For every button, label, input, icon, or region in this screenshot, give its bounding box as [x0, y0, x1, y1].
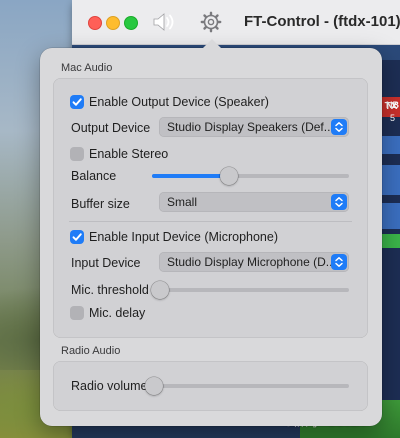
close-window-button[interactable] — [88, 16, 102, 30]
popover-arrow — [202, 39, 222, 49]
checkmark-icon — [72, 233, 82, 241]
enable-output-checkbox[interactable] — [70, 95, 84, 109]
balance-slider-fill — [152, 174, 230, 178]
radio-volume-label: Radio volume — [71, 379, 148, 393]
enable-input-label[interactable]: Enable Input Device (Microphone) — [89, 230, 278, 244]
mic-threshold-slider-track[interactable] — [152, 288, 349, 292]
balance-label: Balance — [71, 169, 117, 183]
radio-audio-group: Radio volume — [53, 361, 368, 411]
mac-audio-header: Mac Audio — [61, 62, 113, 74]
buffer-size-value: Small — [167, 195, 198, 209]
zoom-window-button[interactable] — [124, 16, 138, 30]
checkmark-icon — [72, 98, 82, 106]
buffer-size-label: Buffer size — [71, 197, 130, 211]
window-title: FT-Control - (ftdx-101) — [244, 13, 400, 30]
title-bar: FT-Control - (ftdx-101) — [72, 0, 400, 45]
gear-icon[interactable] — [200, 11, 222, 33]
enable-output-label[interactable]: Enable Output Device (Speaker) — [89, 95, 269, 109]
balance-slider-knob[interactable] — [220, 167, 238, 185]
mac-audio-group: Enable Output Device (Speaker) Output De… — [53, 78, 368, 338]
radio-volume-slider-track[interactable] — [146, 384, 349, 388]
enable-stereo-label[interactable]: Enable Stereo — [89, 147, 168, 161]
mic-threshold-label: Mic. threshold — [71, 283, 149, 297]
mic-delay-checkbox[interactable] — [70, 306, 84, 320]
section-divider — [69, 221, 352, 222]
chevron-updown-icon — [331, 194, 347, 210]
nb-value: 5 — [390, 113, 396, 123]
enable-stereo-checkbox[interactable] — [70, 147, 84, 161]
mic-threshold-slider-knob[interactable] — [151, 281, 169, 299]
input-device-value: Studio Display Microphone (D... — [167, 255, 331, 269]
input-device-label: Input Device — [71, 256, 141, 270]
input-device-popup[interactable]: Studio Display Microphone (D... — [159, 252, 349, 272]
speaker-icon[interactable] — [152, 11, 176, 33]
audio-settings-popover: Mac Audio Enable Output Device (Speaker)… — [40, 39, 382, 426]
chevron-updown-icon — [331, 119, 347, 135]
side-block — [380, 136, 400, 154]
output-device-popup[interactable]: Studio Display Speakers (Def... — [159, 117, 349, 137]
minimize-window-button[interactable] — [106, 16, 120, 30]
buffer-size-popup[interactable]: Small — [159, 192, 349, 212]
output-device-value: Studio Display Speakers (Def... — [167, 120, 331, 134]
radio-volume-slider-knob[interactable] — [145, 377, 163, 395]
chevron-updown-icon — [331, 254, 347, 270]
side-block — [380, 165, 400, 195]
radio-audio-header: Radio Audio — [61, 345, 121, 357]
side-block — [380, 203, 400, 229]
mic-delay-label[interactable]: Mic. delay — [89, 306, 145, 320]
output-device-label: Output Device — [71, 121, 151, 135]
nb-label: NB — [386, 100, 399, 110]
enable-input-checkbox[interactable] — [70, 230, 84, 244]
